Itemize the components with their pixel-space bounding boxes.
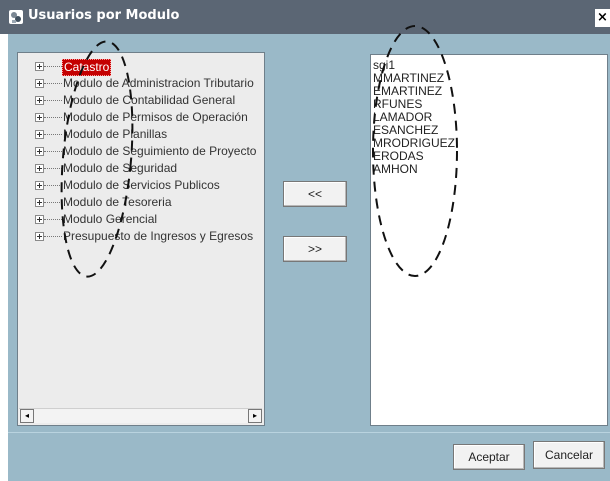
footer-divider xyxy=(8,432,610,433)
expand-icon[interactable] xyxy=(35,198,44,207)
list-item[interactable]: ERODAS xyxy=(373,150,424,162)
expand-icon[interactable] xyxy=(35,130,44,139)
tree-item[interactable]: Modulo de Permisos de Operación xyxy=(18,110,266,126)
list-item[interactable]: sgi1 xyxy=(373,59,395,71)
module-tree[interactable]: Catastro Modulo de Administracion Tribut… xyxy=(17,52,265,426)
list-item[interactable]: RFUNES xyxy=(373,98,422,110)
tree-item[interactable]: Modulo de Administracion Tributario xyxy=(18,76,266,92)
list-item[interactable]: MRODRIGUEZ xyxy=(373,137,455,149)
expand-icon[interactable] xyxy=(35,181,44,190)
list-item[interactable]: LAMADOR xyxy=(373,111,432,123)
expand-icon[interactable] xyxy=(35,232,44,241)
window-title: Usuarios por Modulo xyxy=(28,8,180,23)
tree-item[interactable]: Modulo de Seguimiento de Proyecto xyxy=(18,144,266,160)
scroll-left-icon[interactable]: ◂ xyxy=(20,409,34,423)
app-icon xyxy=(9,10,23,24)
users-list[interactable]: sgi1 MMARTINEZ EMARTINEZ RFUNES LAMADOR … xyxy=(370,54,608,426)
expand-icon[interactable] xyxy=(35,113,44,122)
tree-item-label: Modulo Gerencial xyxy=(63,212,158,226)
scroll-right-icon[interactable]: ▸ xyxy=(248,409,262,423)
tree-item-label: Modulo de Seguimiento de Proyecto xyxy=(63,144,257,158)
list-item[interactable]: AMHON xyxy=(373,163,418,175)
tree-item[interactable]: Modulo de Servicios Publicos xyxy=(18,178,266,194)
tree-item-label: Modulo de Contabilidad General xyxy=(63,93,236,107)
cancel-button[interactable]: Cancelar xyxy=(533,441,605,469)
accept-button[interactable]: Aceptar xyxy=(453,444,525,470)
tree-item-label: Modulo de Administracion Tributario xyxy=(63,76,254,90)
list-item[interactable]: MMARTINEZ xyxy=(373,72,444,84)
close-button[interactable]: × xyxy=(595,9,610,27)
horizontal-scrollbar[interactable]: ◂ ▸ xyxy=(19,408,262,423)
tree-item[interactable]: Modulo de Contabilidad General xyxy=(18,93,266,109)
tree-item-label: Catastro xyxy=(62,59,112,76)
title-bar: Usuarios por Modulo × xyxy=(0,0,610,34)
expand-icon[interactable] xyxy=(35,96,44,105)
list-item[interactable]: EMARTINEZ xyxy=(373,85,442,97)
tree-item-label: Modulo de Permisos de Operación xyxy=(63,110,248,124)
users-by-module-dialog: Usuarios por Modulo × Catastro Modulo de… xyxy=(0,0,610,481)
move-right-button[interactable]: >> xyxy=(283,236,347,262)
tree-item[interactable]: Catastro xyxy=(18,59,266,76)
expand-icon[interactable] xyxy=(35,164,44,173)
tree-item[interactable]: Presupuesto de Ingresos y Egresos xyxy=(18,229,266,245)
close-icon: × xyxy=(597,10,608,25)
move-left-button[interactable]: << xyxy=(283,181,347,207)
tree-item-label: Modulo de Servicios Publicos xyxy=(63,178,220,192)
tree-item[interactable]: Modulo de Seguridad xyxy=(18,161,266,177)
expand-icon[interactable] xyxy=(35,215,44,224)
expand-icon[interactable] xyxy=(35,62,44,71)
tree-item-label: Modulo de Tesoreria xyxy=(63,195,172,209)
tree-item[interactable]: Modulo de Planillas xyxy=(18,127,266,143)
list-item[interactable]: ESANCHEZ xyxy=(373,124,438,136)
tree-item-label: Presupuesto de Ingresos y Egresos xyxy=(63,229,254,243)
tree-item-label: Modulo de Seguridad xyxy=(63,161,178,175)
expand-icon[interactable] xyxy=(35,147,44,156)
tree-item-label: Modulo de Planillas xyxy=(63,127,168,141)
expand-icon[interactable] xyxy=(35,79,44,88)
tree-item[interactable]: Modulo de Tesoreria xyxy=(18,195,266,211)
tree-item[interactable]: Modulo Gerencial xyxy=(18,212,266,228)
